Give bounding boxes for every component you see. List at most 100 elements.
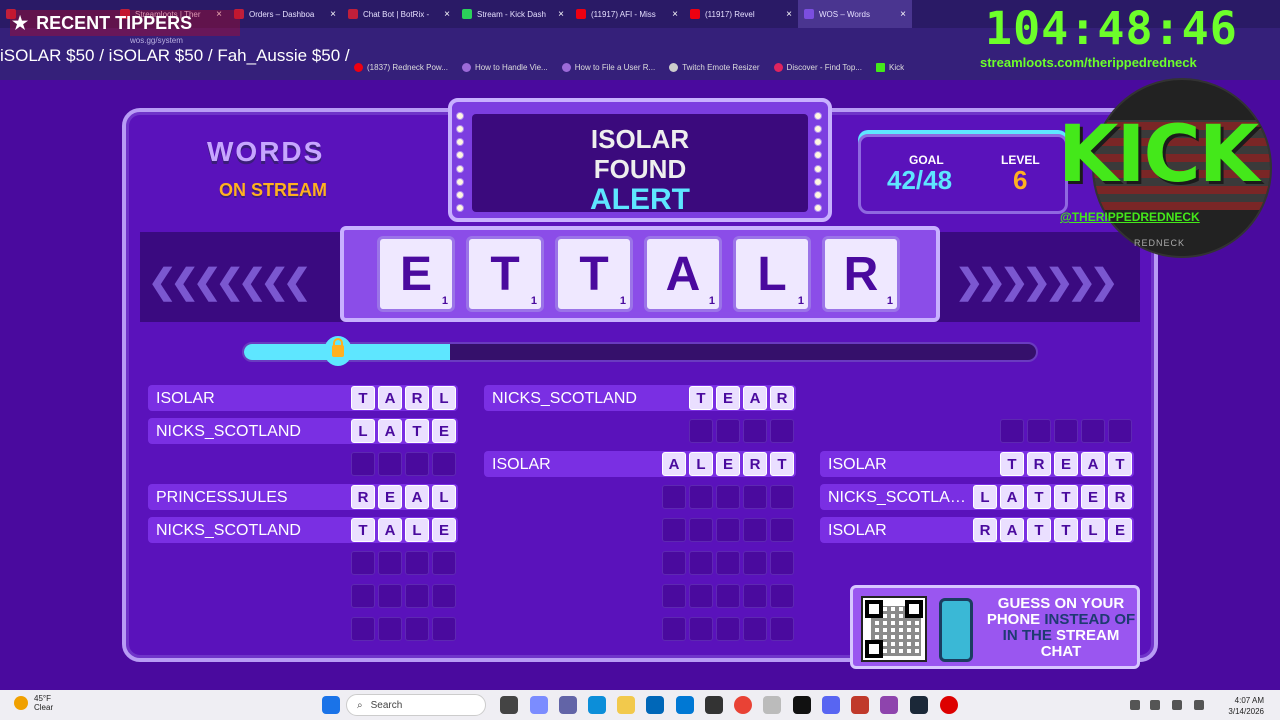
bookmark-item[interactable]: Twitch Emote Resizer <box>669 62 760 72</box>
letter-slot: E <box>716 452 740 476</box>
letter-slot <box>378 584 402 608</box>
tab-favicon-icon <box>576 9 586 19</box>
letter-slot <box>432 617 456 641</box>
letter-slot: L <box>351 419 375 443</box>
letter-slot: L <box>432 485 456 509</box>
word-row: NICKS_SCOTLA… L A T T E R <box>820 484 1134 510</box>
app-icon[interactable] <box>880 696 898 714</box>
letter-slot: R <box>405 386 429 410</box>
letter-slot <box>743 584 767 608</box>
kick-handle: @THERIPPEDREDNECK <box>1060 210 1200 224</box>
word-row: NICKS_SCOTLAND L A T E <box>148 418 458 444</box>
word-slots: TREAT <box>1000 452 1132 476</box>
word-row: PRINCESSJULES R E A L <box>148 484 458 510</box>
alert-screen: ISOLAR FOUND ALERT <box>472 114 808 216</box>
close-icon[interactable]: × <box>558 9 564 20</box>
chrome-icon[interactable] <box>734 696 752 714</box>
bookmark-item[interactable]: Discover - Find Top... <box>773 62 862 72</box>
clock-date: 3/14/2026 <box>1228 707 1264 716</box>
app-icon[interactable] <box>763 696 781 714</box>
store-icon[interactable] <box>646 696 664 714</box>
steam-icon[interactable] <box>910 696 928 714</box>
letter-slot <box>378 452 402 476</box>
outlook-icon[interactable] <box>676 696 694 714</box>
player-name: NICKS_SCOTLAND <box>156 522 301 539</box>
letter-slot: R <box>351 485 375 509</box>
close-icon[interactable]: × <box>672 9 678 20</box>
tab-6[interactable]: (11917) Revel × <box>684 0 798 28</box>
letter-slot <box>432 551 456 575</box>
word-slots <box>351 551 456 575</box>
letter-slot <box>405 617 429 641</box>
file-explorer-icon[interactable] <box>617 696 635 714</box>
goal-progress-bar <box>242 342 1038 362</box>
letter-slot: T <box>405 419 429 443</box>
goal-level-box: GOAL 42/48 LEVEL 6 <box>858 134 1068 214</box>
letter-slot: T <box>1027 518 1051 542</box>
tab-label: WOS – Words <box>819 9 870 19</box>
letter-slot <box>743 419 767 443</box>
letter-slot <box>689 551 713 575</box>
word-slots <box>351 584 456 608</box>
weather-widget[interactable]: 45°F Clear <box>14 694 53 712</box>
letter-tile: L1 <box>733 236 811 312</box>
tab-7[interactable]: WOS – Words × <box>798 0 912 28</box>
chevron-up-icon[interactable] <box>1130 700 1140 710</box>
search-placeholder: Search <box>370 699 403 711</box>
app-icon[interactable] <box>705 696 723 714</box>
battery-icon[interactable] <box>1194 700 1204 710</box>
letter-slot: E <box>1108 518 1132 542</box>
letter-tile: T1 <box>555 236 633 312</box>
lock-icon <box>324 336 352 366</box>
letter-slot: E <box>378 485 402 509</box>
task-view-icon[interactable] <box>500 696 518 714</box>
app-icon[interactable] <box>851 696 869 714</box>
edge-icon[interactable] <box>588 696 606 714</box>
taskbar-search[interactable]: ⌕ Search <box>346 694 486 716</box>
discord-icon[interactable] <box>822 696 840 714</box>
word-row <box>484 484 796 510</box>
bookmark-label: How to File a User R... <box>574 62 656 72</box>
bookmark-icon <box>669 62 679 72</box>
network-icon[interactable] <box>1150 700 1160 710</box>
alert-found: FOUND <box>593 154 687 184</box>
taskbar-clock[interactable]: 4:07 AM 3/14/2026 <box>1228 695 1264 717</box>
letter-slot <box>716 617 740 641</box>
qr-code[interactable] <box>861 596 927 662</box>
phone-icon <box>939 598 973 662</box>
bookmark-item[interactable]: How to File a User R... <box>561 62 656 72</box>
letter-slot: T <box>1108 452 1132 476</box>
letter-slot <box>378 617 402 641</box>
player-name: PRINCESSJULES <box>156 489 288 506</box>
letter-slot <box>716 584 740 608</box>
windows-start-icon[interactable] <box>322 696 340 714</box>
copilot-icon[interactable] <box>530 696 548 714</box>
tab-5[interactable]: (11917) AFI - Miss × <box>570 0 684 28</box>
terminal-icon[interactable] <box>793 696 811 714</box>
letter-slot <box>662 617 686 641</box>
found-alert-panel: ISOLAR FOUND ALERT <box>448 98 832 222</box>
letter-slot: T <box>351 518 375 542</box>
word-row <box>484 418 796 444</box>
tile-points: 1 <box>886 295 893 307</box>
player-name: ISOLAR <box>156 390 215 407</box>
bookmark-label: Kick <box>888 62 905 72</box>
volume-icon[interactable] <box>1172 700 1182 710</box>
letter-slot: E <box>432 419 456 443</box>
bookmark-item[interactable]: Kick <box>875 62 905 72</box>
word-slots <box>351 617 456 641</box>
letter-slot <box>1108 419 1132 443</box>
close-icon[interactable]: × <box>786 9 792 20</box>
letter-slot <box>716 419 740 443</box>
letter-tile: A1 <box>644 236 722 312</box>
close-icon[interactable]: × <box>900 9 906 20</box>
alert-player: ISOLAR <box>590 124 690 154</box>
tile-letter: A <box>665 247 701 301</box>
letter-slot <box>405 584 429 608</box>
kick-logo: KICK <box>1058 110 1259 200</box>
player-name: NICKS_SCOTLAND <box>492 390 637 407</box>
teams-icon[interactable] <box>559 696 577 714</box>
letter-slot: L <box>1081 518 1105 542</box>
obs-icon[interactable] <box>940 696 958 714</box>
letter-slot: A <box>378 419 402 443</box>
